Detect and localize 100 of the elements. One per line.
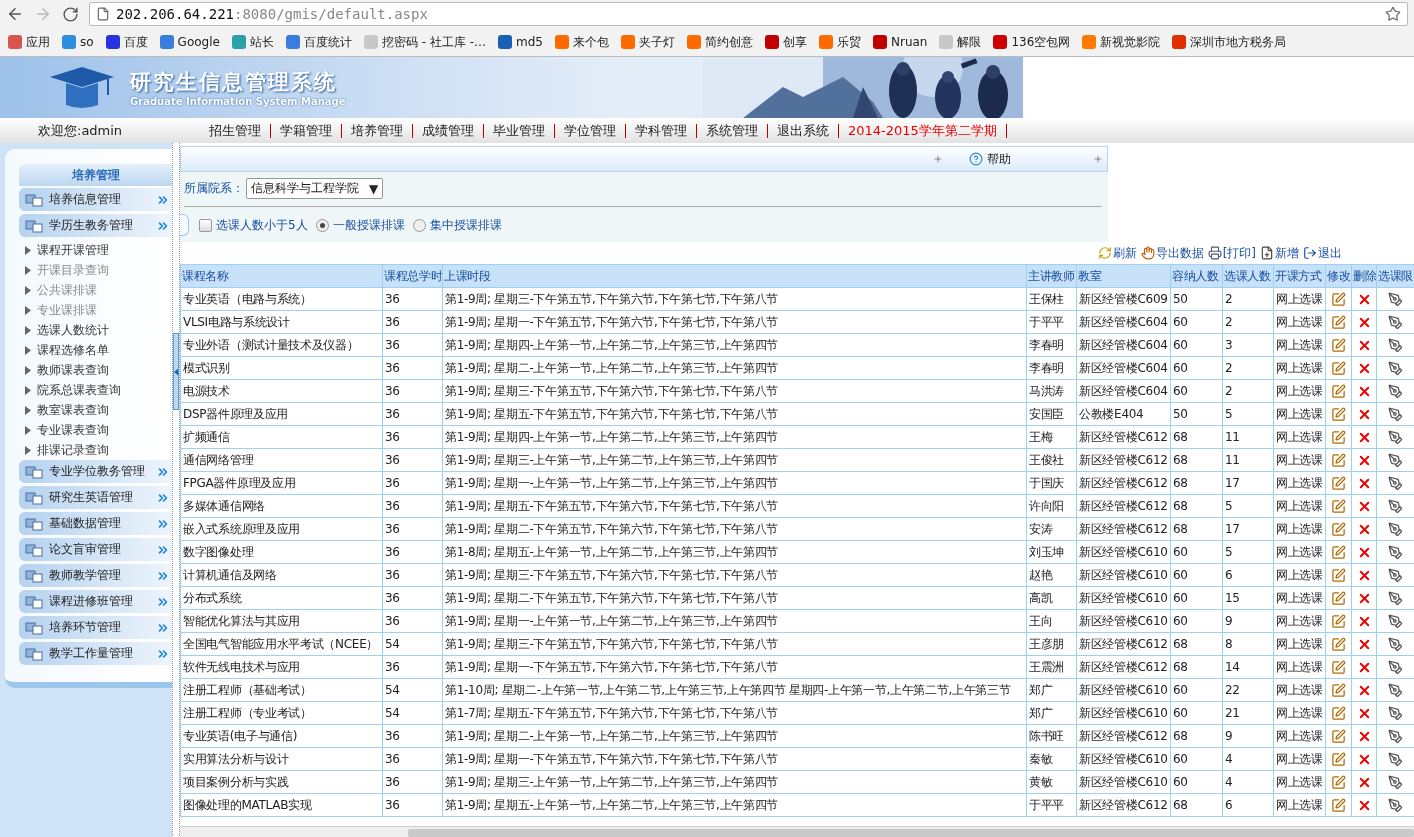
bookmark-link[interactable]: 夹子灯 bbox=[621, 33, 675, 51]
pen-tool-icon[interactable] bbox=[1388, 544, 1403, 560]
bookmark-link[interactable]: 挖密码 - 社工库 -… bbox=[363, 33, 487, 51]
bookmark-link[interactable]: 解限 bbox=[939, 33, 982, 51]
sidebar-item[interactable]: 排课记录查询 bbox=[19, 440, 172, 460]
edit-icon[interactable] bbox=[1331, 705, 1346, 721]
pen-tool-icon[interactable] bbox=[1388, 567, 1403, 583]
bookmark-link[interactable]: Google bbox=[159, 35, 220, 49]
sidebar-group[interactable]: 研究生英语管理 bbox=[19, 486, 172, 509]
edit-icon[interactable] bbox=[1331, 682, 1346, 698]
sidebar-group[interactable]: 论文盲审管理 bbox=[19, 538, 172, 561]
pen-tool-icon[interactable] bbox=[1388, 774, 1403, 790]
sidebar-group[interactable]: 基础数据管理 bbox=[19, 512, 172, 535]
nav-link[interactable]: 退出系统 bbox=[768, 123, 839, 138]
horizontal-scrollbar[interactable] bbox=[180, 826, 1414, 837]
back-button[interactable] bbox=[6, 5, 24, 23]
bookmark-link[interactable]: so bbox=[62, 35, 94, 49]
pen-tool-icon[interactable] bbox=[1388, 682, 1403, 698]
toolbar-link[interactable]: 导出数据 bbox=[1140, 244, 1204, 262]
nav-link[interactable]: 学籍管理 bbox=[271, 123, 342, 138]
reload-button[interactable] bbox=[62, 5, 79, 23]
pen-tool-icon[interactable] bbox=[1388, 728, 1403, 744]
edit-icon[interactable] bbox=[1331, 314, 1346, 330]
bookmark-link[interactable]: md5 bbox=[498, 35, 543, 49]
bookmark-link[interactable]: 简约创意 bbox=[687, 33, 753, 51]
nav-link[interactable]: 学科管理 bbox=[626, 123, 697, 138]
sidebar-group[interactable]: 专业学位教务管理 bbox=[19, 460, 172, 483]
pen-tool-icon[interactable] bbox=[1388, 406, 1403, 422]
sidebar-item[interactable]: 院系总课表查询 bbox=[19, 380, 172, 400]
nav-link[interactable]: 招生管理 bbox=[200, 123, 271, 138]
edit-icon[interactable] bbox=[1331, 291, 1346, 307]
pen-tool-icon[interactable] bbox=[1388, 314, 1403, 330]
pen-tool-icon[interactable] bbox=[1388, 797, 1403, 813]
edit-icon[interactable] bbox=[1331, 360, 1346, 376]
nav-link[interactable]: 学位管理 bbox=[555, 123, 626, 138]
nav-link[interactable]: 毕业管理 bbox=[484, 123, 555, 138]
sidebar-group[interactable]: 培养信息管理 bbox=[19, 188, 172, 211]
sidebar-item[interactable]: 专业课表查询 bbox=[19, 420, 172, 440]
edit-icon[interactable] bbox=[1331, 521, 1346, 537]
edit-icon[interactable] bbox=[1331, 498, 1346, 514]
pen-tool-icon[interactable] bbox=[1388, 751, 1403, 767]
edit-icon[interactable] bbox=[1331, 590, 1346, 606]
edit-icon[interactable] bbox=[1331, 337, 1346, 353]
edit-icon[interactable] bbox=[1331, 406, 1346, 422]
bookmark-link[interactable]: Nruan bbox=[873, 35, 928, 49]
sidebar-item[interactable]: 课程开课管理 bbox=[19, 240, 172, 260]
collapse-handle[interactable] bbox=[173, 333, 179, 410]
sidebar-group[interactable]: 教学工作量管理 bbox=[19, 642, 172, 665]
nav-link[interactable]: 成绩管理 bbox=[413, 123, 484, 138]
pen-tool-icon[interactable] bbox=[1388, 659, 1403, 675]
pen-tool-icon[interactable] bbox=[1388, 590, 1403, 606]
bookmark-link[interactable]: 百度 bbox=[105, 33, 148, 51]
edit-icon[interactable] bbox=[1331, 452, 1346, 468]
edit-icon[interactable] bbox=[1331, 751, 1346, 767]
bookmark-link[interactable]: 来个包 bbox=[555, 33, 609, 51]
pen-tool-icon[interactable] bbox=[1388, 429, 1403, 445]
edit-icon[interactable] bbox=[1331, 544, 1346, 560]
edit-icon[interactable] bbox=[1331, 728, 1346, 744]
bookmark-link[interactable]: 136空包网 bbox=[993, 33, 1071, 51]
bookmark-link[interactable]: 新视觉影院 bbox=[1082, 33, 1161, 51]
edit-icon[interactable] bbox=[1331, 429, 1346, 445]
pen-tool-icon[interactable] bbox=[1388, 636, 1403, 652]
sidebar-item[interactable]: 教室课表查询 bbox=[19, 400, 172, 420]
bookmark-link[interactable]: 创享 bbox=[765, 33, 807, 51]
toolbar-link[interactable]: 退出 bbox=[1303, 244, 1342, 262]
department-select[interactable]: 信息科学与工程学院 ▼ bbox=[246, 178, 384, 199]
bookmark-link[interactable]: 深圳市地方税务局 bbox=[1172, 33, 1287, 51]
pen-tool-icon[interactable] bbox=[1388, 475, 1403, 491]
toolbar-link[interactable]: 刷新 bbox=[1097, 244, 1137, 262]
plus-icon[interactable] bbox=[933, 154, 943, 164]
radio-button[interactable] bbox=[315, 218, 329, 232]
sidebar-item[interactable]: 教师课表查询 bbox=[19, 360, 172, 380]
edit-icon[interactable] bbox=[1331, 475, 1346, 491]
pen-tool-icon[interactable] bbox=[1388, 337, 1403, 353]
edit-icon[interactable] bbox=[1331, 636, 1346, 652]
edit-icon[interactable] bbox=[1331, 797, 1346, 813]
bookmark-link[interactable]: 应用 bbox=[8, 33, 50, 51]
sidebar-group[interactable]: 学历生教务管理 bbox=[19, 214, 172, 237]
pen-tool-icon[interactable] bbox=[1388, 498, 1403, 514]
bookmark-link[interactable]: 站长 bbox=[231, 33, 274, 51]
sidebar-group[interactable]: 课程进修班管理 bbox=[19, 590, 172, 613]
term-link[interactable]: 2014-2015学年第二学期 bbox=[839, 123, 1007, 138]
pen-tool-icon[interactable] bbox=[1388, 705, 1403, 721]
edit-icon[interactable] bbox=[1331, 774, 1346, 790]
sidebar-item[interactable]: 课程选修名单 bbox=[19, 340, 172, 360]
toolbar-link[interactable]: [打印] bbox=[1207, 244, 1256, 262]
radio-button[interactable] bbox=[412, 218, 426, 232]
checkbox[interactable] bbox=[199, 218, 212, 232]
nav-link[interactable]: 系统管理 bbox=[697, 123, 768, 138]
sidebar-group[interactable]: 教师教学管理 bbox=[19, 564, 172, 587]
bookmark-link[interactable]: 乐贸 bbox=[819, 33, 861, 51]
edit-icon[interactable] bbox=[1331, 567, 1346, 583]
pen-tool-icon[interactable] bbox=[1388, 613, 1403, 629]
pen-tool-icon[interactable] bbox=[1388, 521, 1403, 537]
bookmark-link[interactable]: 百度统计 bbox=[285, 33, 352, 51]
sidebar-group[interactable]: 培养环节管理 bbox=[19, 616, 172, 639]
edit-icon[interactable] bbox=[1331, 613, 1346, 629]
pen-tool-icon[interactable] bbox=[1388, 452, 1403, 468]
bookmark-star-icon[interactable] bbox=[1385, 6, 1401, 22]
edit-icon[interactable] bbox=[1331, 659, 1346, 675]
